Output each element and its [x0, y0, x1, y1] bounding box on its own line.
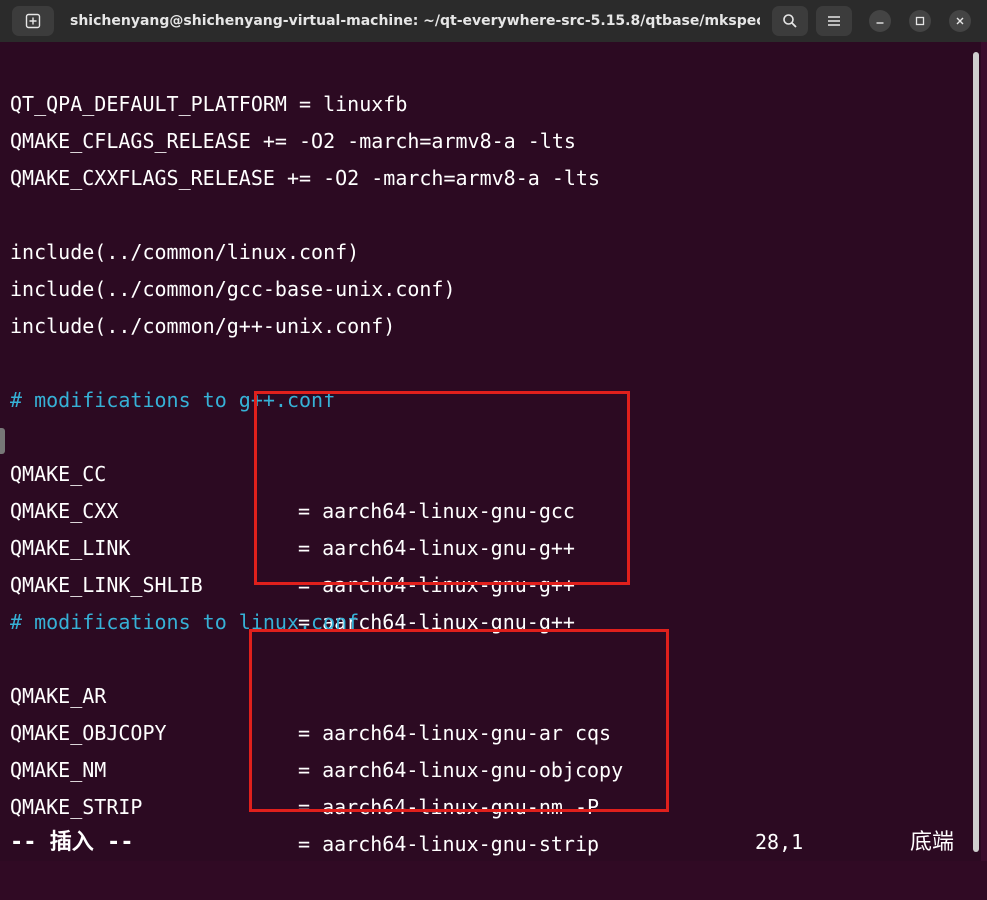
vim-status-bar: -- 插入 -- 28,1 底端 [0, 824, 987, 861]
side-handle [0, 428, 5, 454]
code-line: include(../common/g++-unix.conf) [10, 314, 396, 338]
code-line: QMAKE_CFLAGS_RELEASE += -O2 -march=armv8… [10, 129, 576, 153]
search-button[interactable] [772, 6, 808, 36]
variable-name: QMAKE_STRIP [10, 795, 143, 819]
code-line: QMAKE_CXXFLAGS_RELEASE += -O2 -march=arm… [10, 166, 601, 190]
window-title: shichenyang@shichenyang-virtual-machine:… [70, 13, 760, 29]
minimize-icon [876, 22, 884, 24]
highlight-box-gpp [254, 391, 630, 585]
title-bar: shichenyang@shichenyang-virtual-machine:… [0, 0, 987, 42]
code-line: include(../common/gcc-base-unix.conf) [10, 277, 456, 301]
new-tab-button[interactable] [12, 6, 54, 36]
highlight-box-linux [249, 629, 669, 812]
terminal-content[interactable]: QT_QPA_DEFAULT_PLATFORM = linuxfb QMAKE_… [0, 42, 987, 861]
terminal-window: shichenyang@shichenyang-virtual-machine:… [0, 0, 987, 861]
variable-name: QMAKE_LINK_SHLIB [10, 573, 203, 597]
hamburger-menu-icon [828, 16, 840, 26]
code-line: QT_QPA_DEFAULT_PLATFORM = linuxfb [10, 92, 408, 116]
cursor-position: 28,1 [755, 830, 804, 854]
window-edge [981, 42, 987, 861]
scroll-position: 底端 [910, 830, 955, 855]
close-icon [956, 17, 964, 25]
code-line: include(../common/linux.conf) [10, 240, 360, 264]
maximize-icon [915, 16, 925, 26]
scrollbar[interactable] [973, 52, 979, 852]
new-tab-icon [25, 13, 41, 29]
menu-button[interactable] [816, 6, 852, 36]
search-icon [783, 14, 797, 28]
maximize-button[interactable] [909, 10, 931, 32]
close-button[interactable] [949, 10, 971, 32]
insert-mode-indicator: -- 插入 -- [10, 830, 134, 855]
minimize-button[interactable] [869, 10, 891, 32]
